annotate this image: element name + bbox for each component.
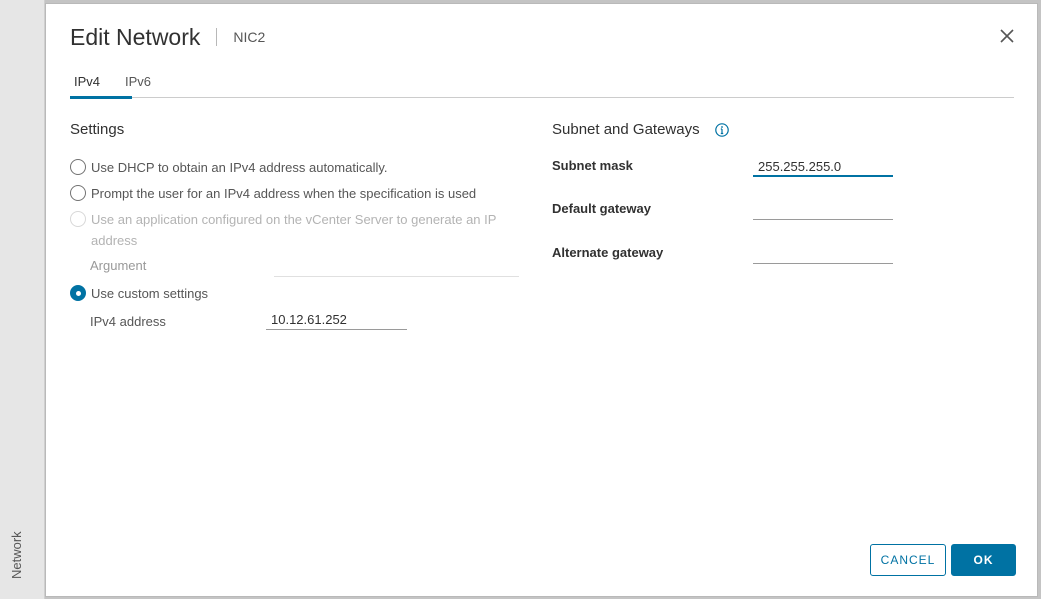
- default-gateway-input[interactable]: [753, 200, 893, 220]
- tab-ipv4[interactable]: IPv4: [70, 68, 133, 99]
- radio-custom-label: Use custom settings: [91, 286, 209, 301]
- alternate-gateway-input[interactable]: [753, 244, 893, 264]
- dialog-title: Edit Network: [70, 23, 201, 50]
- radio-dhcp-control[interactable]: [70, 159, 86, 175]
- settings-title: Settings: [70, 121, 125, 138]
- default-gateway-label: Default gateway: [552, 201, 651, 216]
- radio-vcenter-app-label: Use an application configured on the vCe…: [91, 212, 497, 248]
- ipv4-address-input[interactable]: [266, 310, 407, 330]
- radio-prompt-label: Prompt the user for an IPv4 address when…: [91, 186, 477, 201]
- tab-ipv6[interactable]: IPv6: [121, 68, 155, 98]
- cancel-button[interactable]: CANCEL: [870, 544, 946, 576]
- side-panel-label[interactable]: Network: [9, 499, 24, 579]
- close-icon: [1000, 29, 1014, 43]
- radio-vcenter-app: Use an application configured on the vCe…: [70, 211, 500, 251]
- radio-vcenter-app-control: [70, 211, 86, 227]
- info-icon[interactable]: [715, 123, 729, 137]
- ipv4-address-label: IPv4 address: [90, 314, 166, 329]
- ok-button[interactable]: OK: [951, 544, 1016, 576]
- argument-input: [274, 257, 519, 277]
- subnet-mask-input[interactable]: [753, 157, 893, 177]
- subnet-mask-label: Subnet mask: [552, 158, 633, 173]
- tab-bar: IPv4 IPv6: [70, 68, 1014, 99]
- subnet-title: Subnet and Gateways: [552, 121, 700, 138]
- dialog-header: Edit Network NIC2: [70, 22, 265, 52]
- radio-custom[interactable]: Use custom settings: [70, 285, 208, 302]
- radio-prompt[interactable]: Prompt the user for an IPv4 address when…: [70, 185, 476, 202]
- edit-network-dialog: Edit Network NIC2 IPv4 IPv6 Settings Use…: [45, 3, 1038, 597]
- argument-label: Argument: [90, 258, 147, 273]
- dialog-subtitle: NIC2: [233, 29, 266, 45]
- radio-dhcp[interactable]: Use DHCP to obtain an IPv4 address autom…: [70, 159, 388, 176]
- radio-custom-control[interactable]: [70, 285, 86, 301]
- side-panel: Network: [0, 0, 45, 599]
- radio-prompt-control[interactable]: [70, 185, 86, 201]
- radio-dhcp-label: Use DHCP to obtain an IPv4 address autom…: [91, 160, 388, 175]
- alternate-gateway-label: Alternate gateway: [552, 245, 664, 260]
- title-divider: [216, 28, 218, 46]
- close-button[interactable]: [999, 28, 1015, 44]
